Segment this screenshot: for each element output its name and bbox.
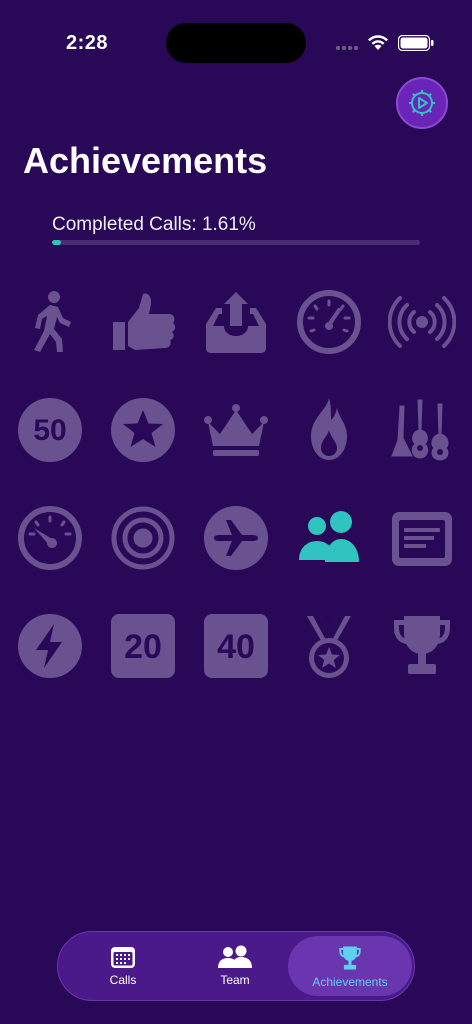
trophy-icon xyxy=(394,616,450,674)
badge-trophy[interactable] xyxy=(386,610,458,682)
tab-calls[interactable]: Calls xyxy=(63,936,183,996)
people-icon xyxy=(299,511,359,562)
badge-guitars[interactable] xyxy=(386,394,458,466)
status-time: 2:28 xyxy=(66,32,109,54)
calendar-icon xyxy=(111,947,135,968)
progress-label: Completed Calls: 1.61% xyxy=(52,214,256,235)
badge-40-calls[interactable]: 40 xyxy=(200,610,272,682)
thumbs-up-icon xyxy=(113,293,176,350)
medal-icon xyxy=(307,616,351,678)
badge-20-calls[interactable]: 20 xyxy=(107,610,179,682)
progress-bar xyxy=(52,240,420,245)
gear-play-icon xyxy=(409,90,435,116)
badge-star[interactable] xyxy=(107,394,179,466)
bolt-circle-icon xyxy=(18,614,82,678)
badge-crown[interactable] xyxy=(200,394,272,466)
tab-achievements[interactable]: Achievements xyxy=(288,936,412,996)
badge-target[interactable] xyxy=(107,502,179,574)
tray-upload-icon xyxy=(206,292,266,353)
guitars-icon xyxy=(391,399,449,461)
battery-icon xyxy=(398,35,434,51)
badge-flame[interactable] xyxy=(293,394,365,466)
number-20-square-icon: 20 xyxy=(111,614,175,678)
number-40-square-icon: 40 xyxy=(204,614,268,678)
badge-newspaper[interactable] xyxy=(386,502,458,574)
badge-broadcast[interactable] xyxy=(386,286,458,358)
people-icon xyxy=(218,945,252,968)
badge-medal[interactable] xyxy=(293,610,365,682)
badge-bolt[interactable] xyxy=(14,610,86,682)
trophy-icon xyxy=(339,946,361,970)
walking-person-icon xyxy=(34,291,71,352)
newspaper-icon xyxy=(392,512,452,566)
badge-team[interactable] xyxy=(293,502,365,574)
svg-text:40: 40 xyxy=(217,628,255,666)
badge-speedometer[interactable] xyxy=(293,286,365,358)
settings-button[interactable] xyxy=(396,77,448,129)
badge-walking[interactable] xyxy=(14,286,86,358)
badge-gauge[interactable] xyxy=(14,502,86,574)
flame-icon xyxy=(311,398,347,460)
badge-50-calls[interactable]: 50 xyxy=(14,394,86,466)
status-bar: 2:28 xyxy=(0,0,472,80)
gauge-icon xyxy=(18,506,82,570)
tab-team[interactable]: Team xyxy=(175,936,295,996)
tab-team-label: Team xyxy=(220,973,250,987)
badge-upload[interactable] xyxy=(200,286,272,358)
speedometer-icon xyxy=(297,290,361,354)
svg-text:20: 20 xyxy=(124,628,162,666)
page-title: Achievements xyxy=(23,140,268,181)
dynamic-island xyxy=(166,23,306,63)
progress-fill xyxy=(52,240,61,245)
target-icon xyxy=(111,506,175,570)
badge-airplane[interactable] xyxy=(200,502,272,574)
broadcast-icon xyxy=(388,296,456,348)
crown-icon xyxy=(204,404,268,456)
achievements-grid: 50 20 40 xyxy=(14,286,458,682)
tab-calls-label: Calls xyxy=(109,973,137,987)
tab-achievements-label: Achievements xyxy=(312,975,388,989)
cellular-signal-icon xyxy=(336,46,362,50)
svg-text:50: 50 xyxy=(33,414,66,447)
badge-thumbs-up[interactable] xyxy=(107,286,179,358)
number-50-circle-icon: 50 xyxy=(18,398,82,462)
wifi-icon xyxy=(368,35,388,50)
airplane-circle-icon xyxy=(204,506,268,570)
star-circle-icon xyxy=(111,398,175,462)
tab-bar: Calls Team Achievements xyxy=(57,931,415,1001)
